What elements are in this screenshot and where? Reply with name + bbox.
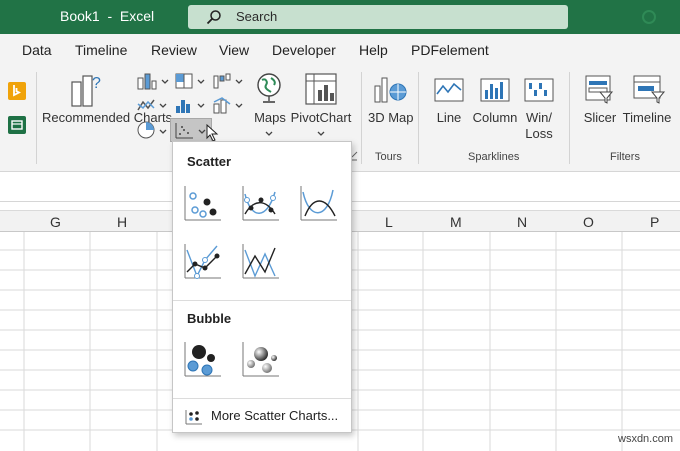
scatter-straight-markers-option[interactable]: [183, 242, 223, 282]
svg-text:?: ?: [92, 75, 101, 92]
3d-map-icon: [374, 77, 407, 103]
sparkline-winloss-button[interactable]: Win/ Loss: [522, 110, 556, 142]
sparkline-winloss-icon: [524, 78, 554, 102]
ribbon-separator: [418, 72, 419, 164]
3d-bubble-option[interactable]: [241, 340, 281, 380]
column-header-p[interactable]: P: [650, 214, 659, 230]
tab-data[interactable]: Data: [22, 42, 52, 58]
chevron-down-icon[interactable]: [234, 102, 244, 110]
statistic-chart-icon[interactable]: [174, 96, 196, 114]
bubble-heading: Bubble: [187, 311, 232, 326]
tab-timeline[interactable]: Timeline: [75, 42, 127, 58]
bing-icon[interactable]: [8, 82, 26, 100]
recommended-charts-button[interactable]: Recommended Charts: [42, 110, 172, 126]
combo-chart-icon[interactable]: [212, 96, 234, 114]
tab-review[interactable]: Review: [151, 42, 197, 58]
recommended-charts-icon: ?: [71, 75, 101, 107]
window-title: Book1 - Excel: [60, 8, 155, 24]
column-header-m[interactable]: M: [450, 214, 462, 230]
addin-icon[interactable]: [8, 116, 26, 134]
ribbon-separator: [569, 72, 570, 164]
ribbon-tabs: Data Timeline Review View Developer Help…: [0, 34, 680, 66]
scatter-straight-lines-option[interactable]: [241, 242, 281, 282]
scatter-smooth-lines-option[interactable]: [299, 184, 339, 224]
scatter-markers-only-option[interactable]: [183, 184, 223, 224]
search-input[interactable]: Search: [188, 5, 568, 29]
column-header-l[interactable]: L: [385, 214, 393, 230]
pivotchart-icon: [305, 73, 337, 105]
column-header-g[interactable]: G: [50, 214, 61, 230]
maps-button[interactable]: Maps: [252, 110, 288, 126]
menu-separator: [173, 398, 351, 399]
sparkline-column-button[interactable]: Column: [470, 110, 520, 126]
ribbon-separator: [36, 72, 37, 164]
tours-group-label: Tours: [375, 151, 402, 163]
sparklines-group-label: Sparklines: [468, 151, 520, 163]
chevron-down-icon[interactable]: [196, 102, 206, 110]
tab-developer[interactable]: Developer: [272, 42, 336, 58]
tab-help[interactable]: Help: [359, 42, 388, 58]
chevron-down-icon[interactable]: [316, 130, 326, 138]
pie-chart-icon[interactable]: [136, 120, 156, 140]
more-scatter-charts-link[interactable]: More Scatter Charts...: [211, 408, 338, 423]
scatter-smooth-markers-option[interactable]: [241, 184, 281, 224]
scatter-chart-dropdown: Scatter Bubble More Scatter Charts...: [172, 141, 352, 433]
more-scatter-charts-icon: [185, 410, 202, 425]
chevron-down-icon[interactable]: [158, 102, 168, 110]
column-header-h[interactable]: H: [117, 214, 127, 230]
maps-icon: [257, 73, 281, 103]
bubble-option[interactable]: [183, 340, 223, 380]
hierarchy-chart-icon[interactable]: [174, 72, 196, 90]
slicer-icon: [585, 75, 614, 104]
chevron-down-icon[interactable]: [264, 130, 274, 138]
menu-separator: [173, 300, 351, 301]
column-header-n[interactable]: N: [517, 214, 527, 230]
tab-view[interactable]: View: [219, 42, 249, 58]
scatter-chart-icon: [175, 123, 193, 139]
account-icon[interactable]: [624, 8, 674, 26]
line-chart-icon[interactable]: [136, 96, 158, 114]
chevron-down-icon[interactable]: [234, 78, 244, 86]
tab-pdfelement[interactable]: PDFelement: [411, 42, 489, 58]
3d-map-button[interactable]: 3D Map: [368, 110, 414, 126]
watermark: wsxdn.com: [618, 433, 674, 445]
search-placeholder: Search: [236, 9, 278, 24]
filters-group-label: Filters: [610, 151, 640, 163]
slicer-button[interactable]: Slicer: [580, 110, 620, 126]
column-chart-icon[interactable]: [136, 72, 158, 90]
title-bar: Book1 - Excel Search: [0, 0, 680, 34]
scatter-heading: Scatter: [187, 154, 232, 169]
chevron-down-icon[interactable]: [196, 78, 206, 86]
mouse-pointer-icon: [206, 124, 219, 142]
timeline-icon: [633, 75, 666, 104]
column-header-o[interactable]: O: [583, 214, 594, 230]
timeline-button[interactable]: Timeline: [620, 110, 674, 126]
pivotchart-button[interactable]: PivotChart: [290, 110, 352, 126]
sparkline-column-icon: [480, 78, 510, 102]
sparkline-line-button[interactable]: Line: [432, 110, 466, 126]
chevron-down-icon[interactable]: [160, 78, 170, 86]
ribbon-separator: [361, 72, 362, 164]
waterfall-chart-icon[interactable]: [212, 72, 234, 90]
sparkline-line-icon: [434, 78, 464, 102]
search-icon: [206, 10, 221, 25]
chevron-down-icon[interactable]: [158, 128, 168, 136]
